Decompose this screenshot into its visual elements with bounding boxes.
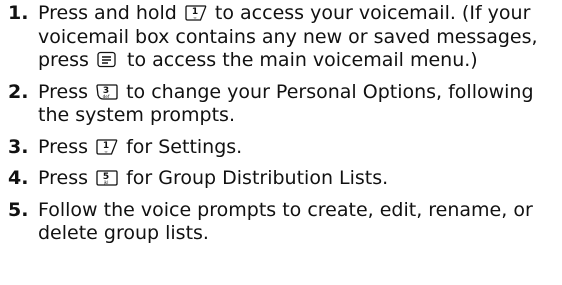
step-text: Press and hold 1 ∞ to access your voicema… [38, 2, 538, 71]
step-text-segment: to access the main voicemail menu.) [120, 49, 478, 71]
key-3-icon: 3 def [95, 83, 119, 101]
key-1-icon: 1 ∞ [184, 4, 208, 22]
step-1: 1. Press and hold 1 ∞ to access your voice… [8, 2, 558, 73]
instruction-steps: 1. Press and hold 1 ∞ to access your voice… [8, 2, 558, 254]
step-text-segment: Press [38, 135, 95, 158]
step-text-segment: Press [38, 167, 95, 189]
step-text: Press 3 def to change your Personal Optio… [38, 81, 534, 127]
step-2: 2. Press 3 def to change your Personal Opt… [8, 81, 558, 128]
svg-text:def: def [103, 93, 110, 98]
key-5-icon: 5 jkl [95, 169, 119, 187]
step-text-segment: Press and hold [38, 2, 183, 24]
step-text: Press 1 ∞ for Settings. [38, 136, 242, 158]
step-number: 5. [8, 198, 29, 221]
step-number: 4. [8, 167, 29, 189]
step-text-segment: Follow the voice prompts to create, edit… [38, 198, 533, 245]
svg-text:∞: ∞ [193, 15, 197, 20]
step-number: 3. [8, 135, 29, 158]
step-3: 3. Press 1 ∞ for Settings. [8, 136, 558, 160]
svg-text:jkl: jkl [103, 180, 109, 185]
step-text: Follow the voice prompts to create, edit… [38, 199, 533, 245]
step-number: 2. [8, 80, 29, 103]
step-5: 5. Follow the voice prompts to create, ed… [8, 199, 558, 246]
step-text-segment: Press [38, 80, 95, 103]
step-text: Press 5 jkl for Group Distribution Lists. [38, 167, 388, 189]
step-text-segment: for Group Distribution Lists. [120, 167, 389, 189]
menu-key-icon [96, 51, 120, 69]
step-text-segment: for Settings. [120, 135, 243, 158]
key-1-icon: 1 ∞ [95, 138, 119, 156]
step-4: 4. Press 5 jkl for Group Distribution List… [8, 167, 558, 191]
svg-text:∞: ∞ [104, 148, 108, 153]
step-number: 1. [8, 2, 29, 24]
